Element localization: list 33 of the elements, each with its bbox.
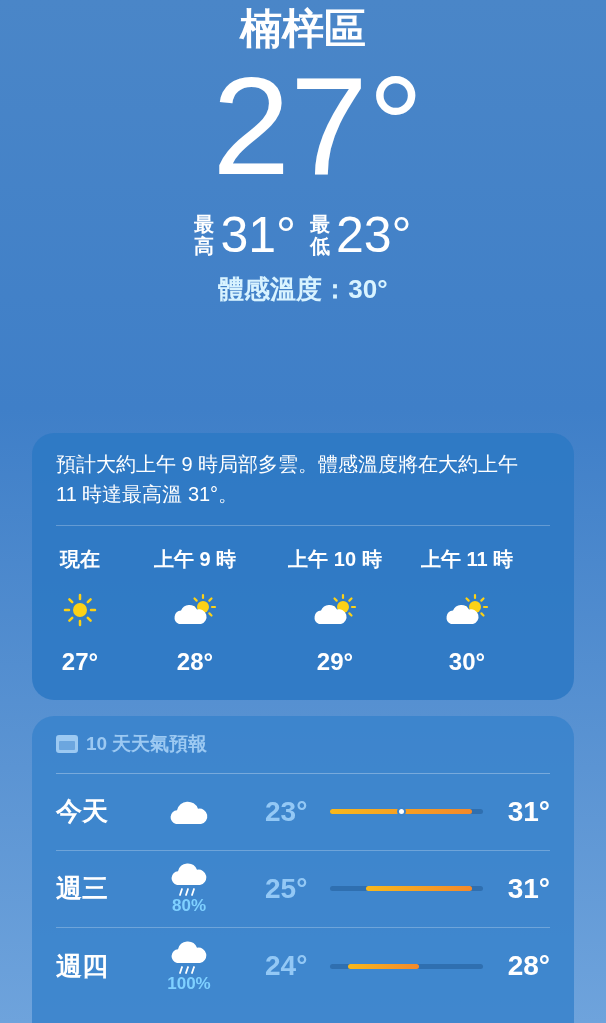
precipitation-chance: 100% xyxy=(167,974,211,992)
location-title: 楠梓區 xyxy=(240,8,366,50)
precipitation-chance: 80% xyxy=(172,897,206,914)
high-temperature: 31° xyxy=(220,210,296,260)
hour-label: 上午 9 時 xyxy=(153,547,237,572)
day-label: 今天 xyxy=(56,795,109,828)
high-label: 最高 xyxy=(194,213,215,257)
low-temperature: 23° xyxy=(265,794,309,829)
hour-temperature: 28° xyxy=(176,647,214,677)
low-temperature: 23° xyxy=(336,210,412,260)
low-temperature: 24° xyxy=(265,949,309,983)
hour-label: 上午 10 時 xyxy=(288,547,382,572)
hour-temperature: 30° xyxy=(448,647,486,677)
hour-label: 現在 xyxy=(60,547,100,572)
day-label: 週三 xyxy=(56,872,109,905)
sun-icon xyxy=(62,592,98,628)
forecast-title: 10 天天氣預報 xyxy=(86,732,208,756)
temperature-range-bar xyxy=(347,963,419,969)
high-temperature: 28° xyxy=(507,949,550,983)
low-temperature: 25° xyxy=(265,871,309,906)
calendar-icon xyxy=(56,735,78,754)
rain-cloud-icon xyxy=(170,940,208,975)
forecast-summary: 預計大約上午 9 時局部多雲。體感溫度將在大約上午 11 時達最高溫 31°。 xyxy=(56,452,520,507)
hour-temperature: 29° xyxy=(316,647,354,677)
hour-label: 上午 11 時 xyxy=(420,547,514,572)
rain-cloud-icon xyxy=(170,863,208,897)
high-temperature: 31° xyxy=(507,794,550,829)
hour-temperature: 27° xyxy=(61,647,99,677)
high-temperature: 31° xyxy=(507,871,550,906)
day-label: 週四 xyxy=(56,949,109,983)
low-label: 最低 xyxy=(310,213,330,257)
current-temperature: 27° xyxy=(211,56,424,196)
feels-like-text: 體感溫度：30° xyxy=(218,273,388,306)
